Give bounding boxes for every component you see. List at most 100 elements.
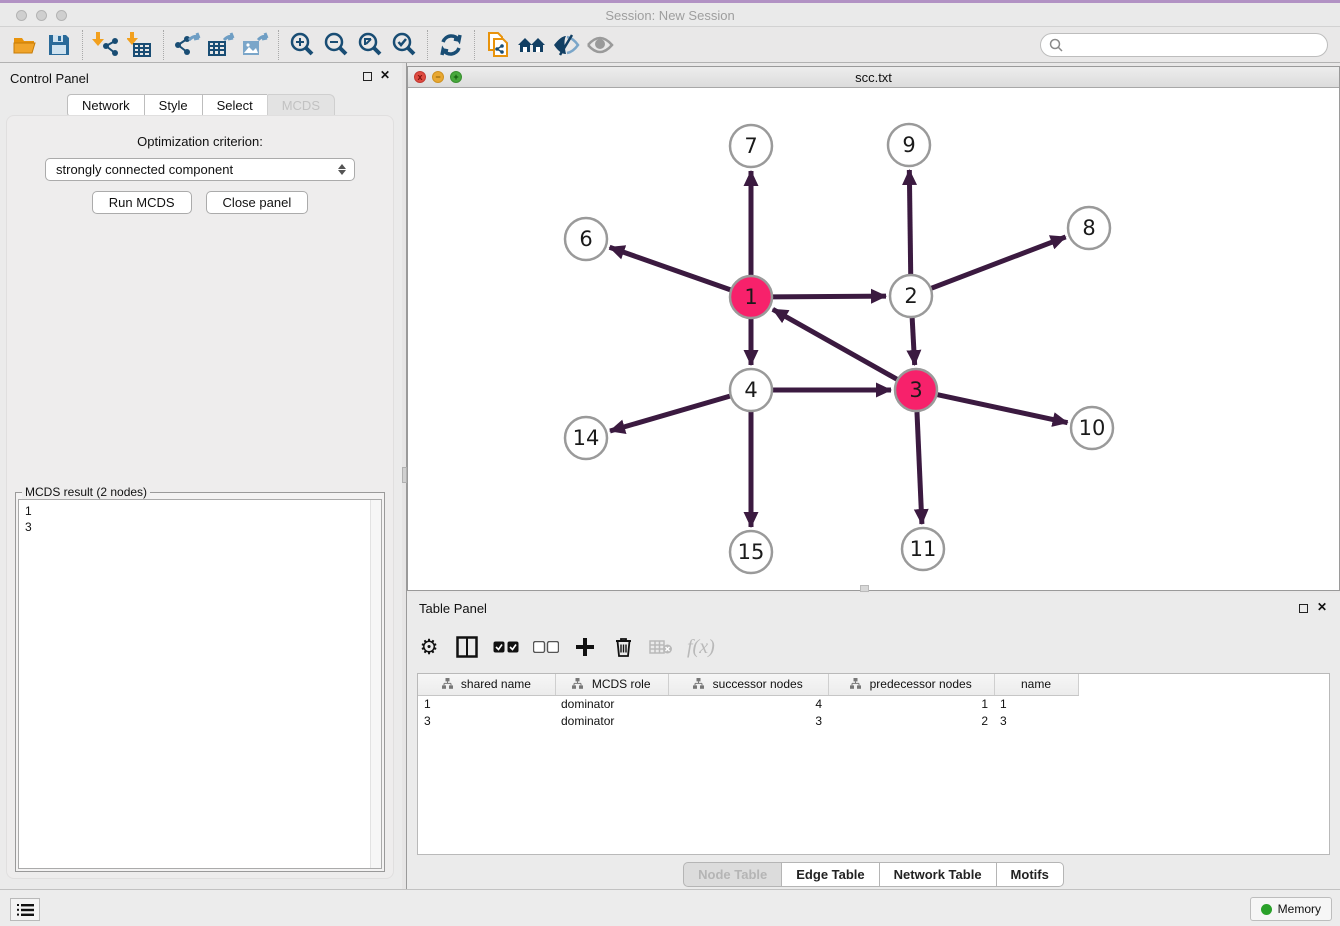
toolbar-separator — [82, 30, 83, 60]
node-table[interactable]: shared name MCDS role successor nodes pr… — [417, 673, 1330, 855]
zoom-fit-icon[interactable] — [353, 30, 387, 60]
import-table-icon[interactable] — [123, 30, 157, 60]
add-column-icon[interactable] — [573, 633, 597, 661]
zoom-selected-icon[interactable] — [387, 30, 421, 60]
table-cell[interactable]: dominator — [555, 695, 668, 712]
tab-style[interactable]: Style — [144, 94, 202, 117]
table-row[interactable]: 3dominator323 — [418, 712, 1078, 729]
select-all-checkboxes-icon[interactable] — [493, 633, 519, 661]
optimization-criterion-label: Optimization criterion: — [7, 134, 393, 149]
graph-edge-1-6[interactable] — [610, 247, 731, 289]
first-neighbors-icon[interactable] — [515, 30, 549, 60]
toolbar-separator — [278, 30, 279, 60]
deselect-all-checkboxes-icon[interactable] — [533, 633, 559, 661]
tab-node-table[interactable]: Node Table — [683, 862, 781, 887]
column-header-predecessor-nodes[interactable]: predecessor nodes — [828, 674, 994, 695]
network-graph[interactable]: 7968124314101511 — [408, 88, 1339, 590]
memory-label: Memory — [1278, 902, 1321, 916]
network-window-title: scc.txt — [408, 70, 1339, 85]
table-cell[interactable]: 2 — [828, 712, 994, 729]
search-input[interactable] — [1040, 33, 1328, 57]
zoom-in-icon[interactable] — [285, 30, 319, 60]
graph-node-label: 7 — [744, 134, 757, 158]
graph-node-label: 14 — [573, 426, 600, 450]
show-all-icon[interactable] — [583, 30, 617, 60]
table-tabs: Node Table Edge Table Network Table Moti… — [407, 862, 1340, 887]
graph-edge-3-10[interactable] — [938, 395, 1068, 423]
graph-edge-3-1[interactable] — [773, 309, 897, 379]
zoom-out-icon[interactable] — [319, 30, 353, 60]
tab-motifs[interactable]: Motifs — [996, 862, 1064, 887]
result-scrollbar[interactable] — [370, 500, 381, 868]
tab-network[interactable]: Network — [67, 94, 144, 117]
column-header-name[interactable]: name — [994, 674, 1078, 695]
column-header-shared-name[interactable]: shared name — [418, 674, 555, 695]
search-icon — [1049, 38, 1063, 52]
status-bar: Memory — [0, 889, 1340, 926]
control-panel-title: Control Panel — [10, 71, 89, 86]
main-toolbar — [0, 28, 1340, 63]
table-cell[interactable]: 1 — [828, 695, 994, 712]
graph-edge-2-3[interactable] — [912, 318, 915, 365]
export-network-icon[interactable] — [170, 30, 204, 60]
task-history-button[interactable] — [10, 898, 40, 921]
refresh-layout-icon[interactable] — [434, 30, 468, 60]
table-cell[interactable]: 3 — [994, 712, 1078, 729]
network-window-titlebar: x − + scc.txt — [408, 67, 1339, 88]
export-image-icon[interactable] — [238, 30, 272, 60]
column-header-mcds-role[interactable]: MCDS role — [555, 674, 668, 695]
optimization-criterion-dropdown[interactable]: strongly connected component — [45, 158, 355, 181]
graph-node-label: 9 — [902, 133, 915, 157]
tab-network-table[interactable]: Network Table — [879, 862, 996, 887]
network-window: x − + scc.txt 7968124314101511 — [407, 66, 1340, 591]
tab-mcds[interactable]: MCDS — [267, 94, 335, 117]
run-mcds-button[interactable]: Run MCDS — [92, 191, 192, 214]
control-panel-header: Control Panel ✕ — [0, 63, 402, 91]
table-cell[interactable]: 1 — [994, 695, 1078, 712]
table-cell[interactable]: 3 — [418, 712, 555, 729]
save-session-icon[interactable] — [42, 30, 76, 60]
graph-edge-2-8[interactable] — [932, 237, 1066, 288]
graph-edge-4-14[interactable] — [610, 396, 730, 431]
close-panel-icon[interactable]: ✕ — [380, 68, 390, 82]
table-cell[interactable]: 1 — [418, 695, 555, 712]
float-table-panel-icon[interactable] — [1299, 604, 1308, 613]
mcds-result-list[interactable]: 13 — [18, 499, 382, 869]
table-panel: Table Panel ✕ ⚙ f(x) — [407, 593, 1340, 889]
close-table-panel-icon[interactable]: ✕ — [1317, 600, 1327, 614]
column-type-icon — [693, 678, 704, 692]
table-panel-title: Table Panel — [419, 601, 487, 616]
table-row[interactable]: 1dominator411 — [418, 695, 1078, 712]
table-cell[interactable]: dominator — [555, 712, 668, 729]
export-table-icon[interactable] — [204, 30, 238, 60]
graph-node-label: 8 — [1082, 216, 1095, 240]
tab-select[interactable]: Select — [202, 94, 267, 117]
graph-edge-3-11[interactable] — [917, 412, 922, 524]
horizontal-splitter-handle[interactable] — [860, 585, 869, 592]
clone-network-icon[interactable] — [481, 30, 515, 60]
open-file-icon[interactable] — [8, 30, 42, 60]
hide-selected-icon[interactable] — [549, 30, 583, 60]
network-canvas[interactable]: 7968124314101511 — [408, 88, 1339, 590]
table-cell[interactable]: 4 — [668, 695, 828, 712]
tab-edge-table[interactable]: Edge Table — [781, 862, 878, 887]
delete-column-icon[interactable] — [611, 633, 635, 661]
import-network-icon[interactable] — [89, 30, 123, 60]
close-panel-button[interactable]: Close panel — [206, 191, 309, 214]
float-panel-icon[interactable] — [363, 72, 372, 81]
dropdown-stepper-icon — [334, 161, 350, 178]
table-toolbar: ⚙ f(x) — [417, 627, 715, 667]
graph-edge-1-2[interactable] — [773, 296, 886, 297]
graph-edge-2-9[interactable] — [909, 170, 910, 274]
table-cell[interactable]: 3 — [668, 712, 828, 729]
show-columns-icon[interactable] — [455, 633, 479, 661]
mcds-panel-body: Optimization criterion: strongly connect… — [6, 115, 394, 879]
column-header-successor-nodes[interactable]: successor nodes — [668, 674, 828, 695]
mcds-result-title: MCDS result (2 nodes) — [22, 485, 150, 499]
delete-table-icon[interactable] — [649, 633, 673, 661]
function-builder-icon[interactable]: f(x) — [687, 633, 715, 661]
settings-gear-icon[interactable]: ⚙ — [417, 633, 441, 661]
graph-node-label: 4 — [744, 378, 757, 402]
toolbar-separator — [474, 30, 475, 60]
memory-button[interactable]: Memory — [1250, 897, 1332, 921]
